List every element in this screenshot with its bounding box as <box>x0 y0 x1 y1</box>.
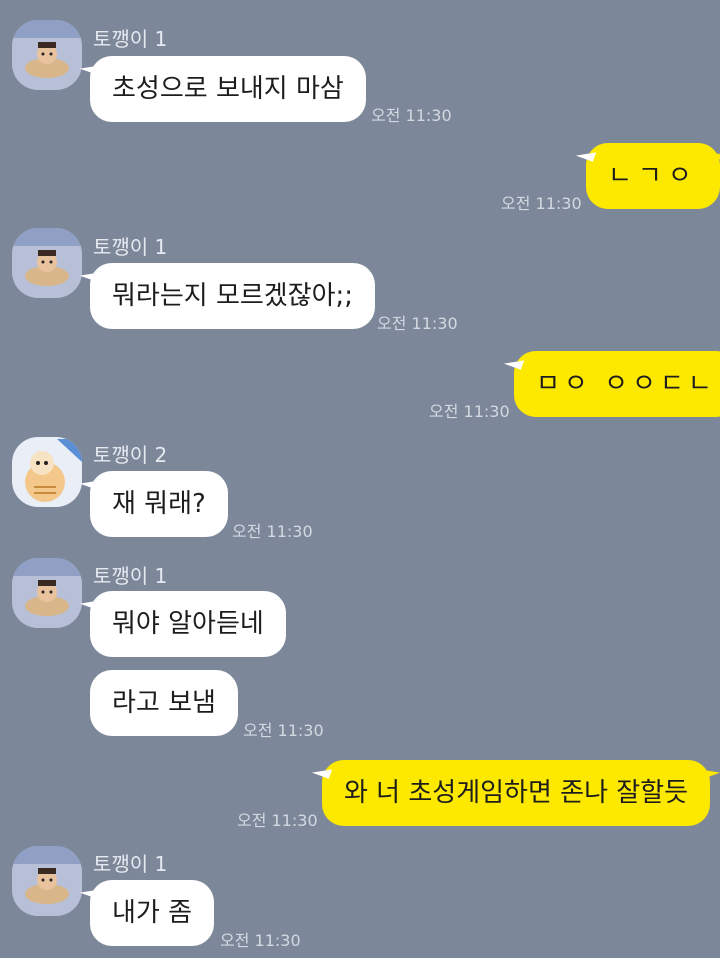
message-bubble-mine[interactable]: ㄴㄱㅇ <box>586 143 720 209</box>
message-time: 오전 11:30 <box>243 721 324 740</box>
message-time: 오전 11:30 <box>371 106 452 125</box>
avatar-tokkaengi-1[interactable] <box>12 228 82 298</box>
message-bubble-mine[interactable]: 와 너 초성게임하면 존나 잘할듯 <box>322 760 711 826</box>
bear-in-boat-avatar-icon <box>12 558 82 628</box>
message-time: 오전 11:30 <box>237 811 318 830</box>
bear-in-boat-avatar-icon <box>12 228 82 298</box>
sender-name: 토깽이 1 <box>93 235 168 259</box>
message-bubble[interactable]: 초성으로 보내지 마삼 <box>90 56 366 122</box>
cartoon-character-avatar-icon <box>12 437 82 507</box>
message-time: 오전 11:30 <box>501 194 582 213</box>
message-bubble[interactable]: 내가 좀 <box>90 880 215 946</box>
avatar-tokkaengi-1[interactable] <box>12 846 82 916</box>
message-time: 오전 11:30 <box>377 314 458 333</box>
sender-name: 토깽이 1 <box>93 27 168 51</box>
message-bubble[interactable]: 재 뭐래? <box>90 471 228 537</box>
avatar-tokkaengi-2[interactable] <box>12 437 82 507</box>
message-time: 오전 11:30 <box>232 522 313 541</box>
message-bubble[interactable]: 라고 보냄 <box>90 670 238 736</box>
message-bubble[interactable]: 뭐라는지 모르겠잖아;; <box>90 263 376 329</box>
sender-name: 토깽이 1 <box>93 852 168 876</box>
message-bubble-mine[interactable]: ㅁㅇ ㅇㅇㄷㄴ <box>514 351 720 417</box>
sender-name: 토깽이 2 <box>93 443 168 467</box>
message-bubble[interactable]: 뭐야 알아듣네 <box>90 591 286 657</box>
avatar-tokkaengi-1[interactable] <box>12 558 82 628</box>
message-time: 오전 11:30 <box>429 402 510 421</box>
bear-in-boat-avatar-icon <box>12 846 82 916</box>
message-time: 오전 11:30 <box>220 931 301 950</box>
sender-name: 토깽이 1 <box>93 564 168 588</box>
avatar-tokkaengi-1[interactable] <box>12 20 82 90</box>
bear-in-boat-avatar-icon <box>12 20 82 90</box>
